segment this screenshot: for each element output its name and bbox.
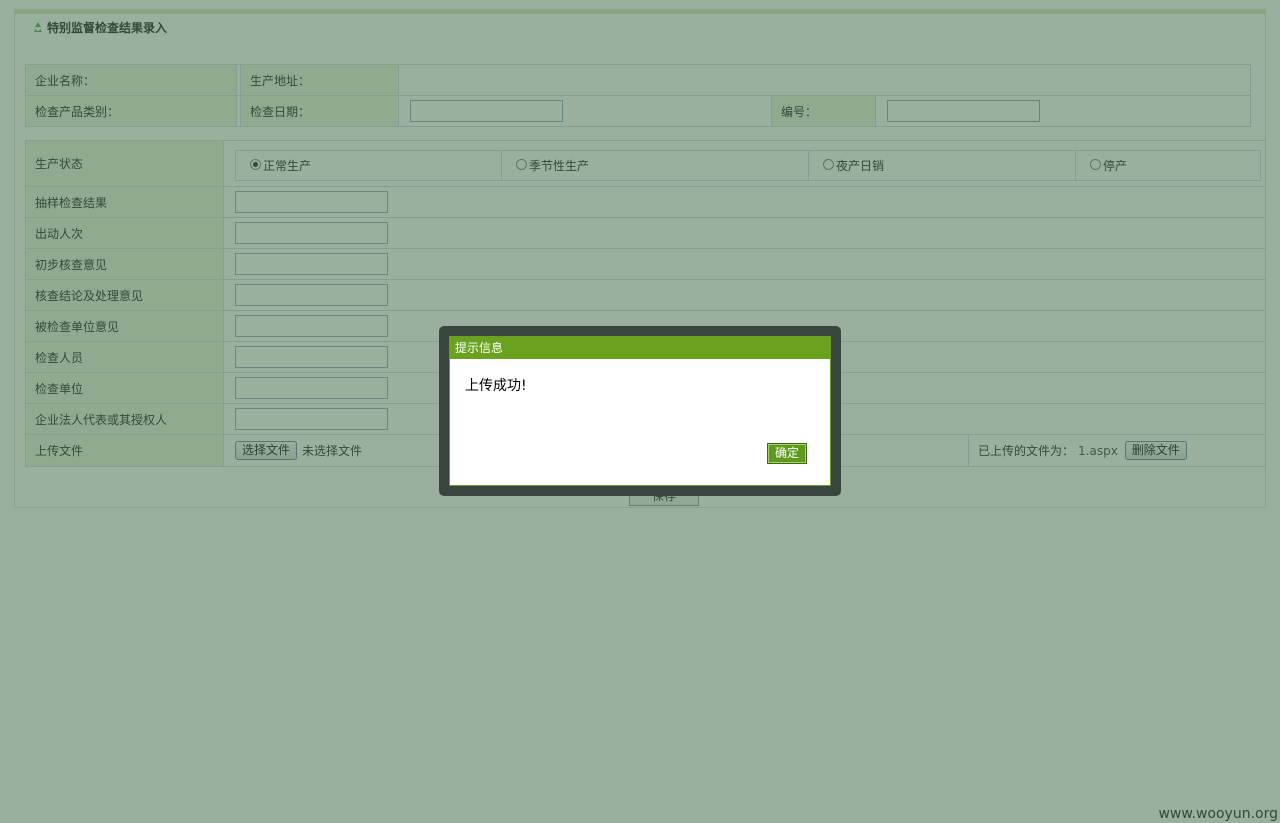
message-dialog: 提示信息 上传成功! 确定: [449, 336, 831, 486]
ok-button[interactable]: 确定: [767, 443, 807, 464]
dialog-frame: 提示信息 上传成功! 确定: [439, 326, 841, 496]
dialog-title: 提示信息: [450, 337, 830, 359]
dialog-message: 上传成功!: [465, 378, 527, 394]
